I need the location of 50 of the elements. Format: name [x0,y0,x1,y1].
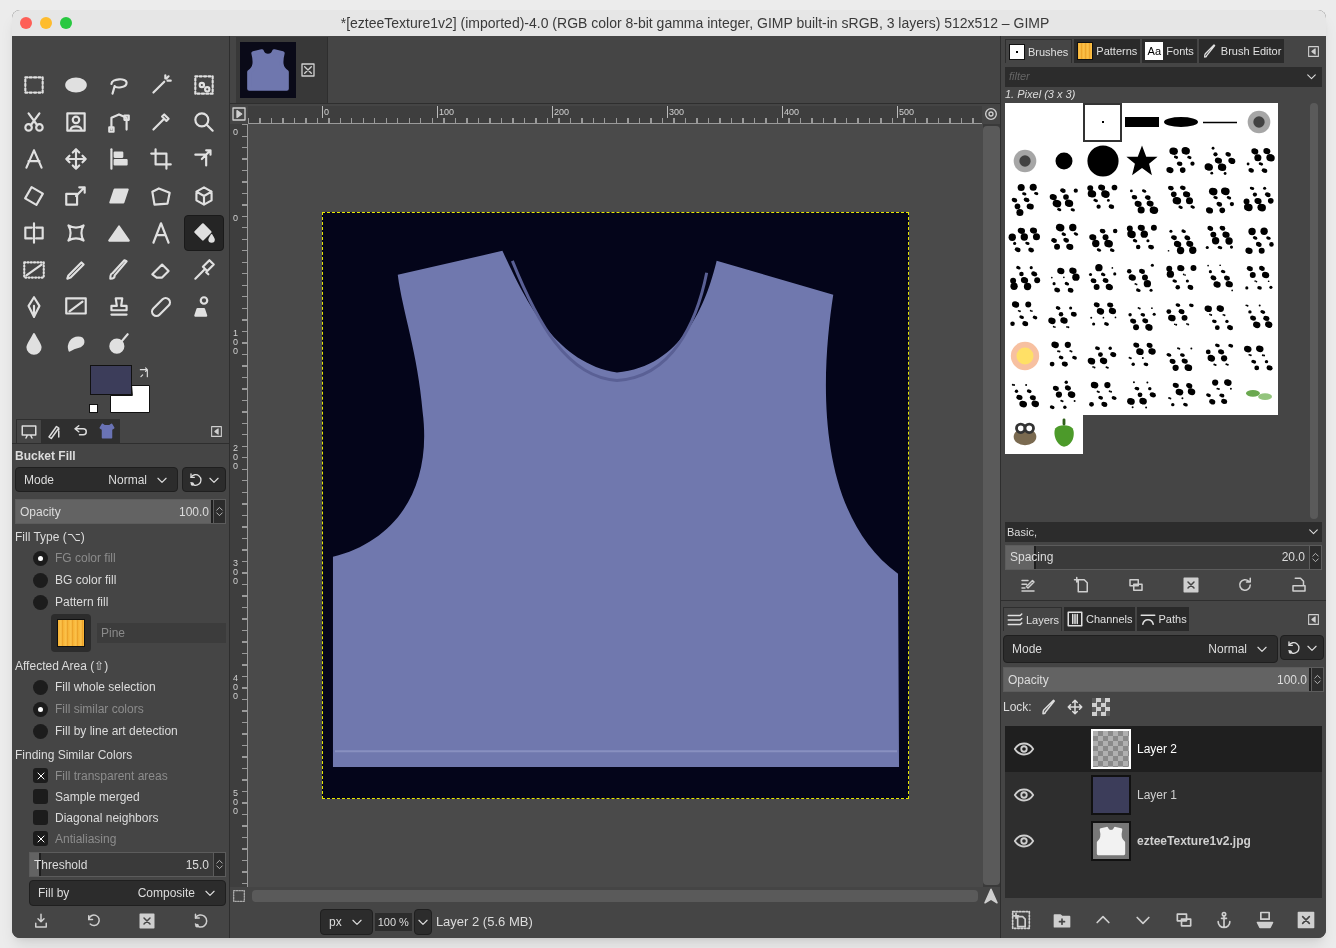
ruler-label: 400 [782,106,800,118]
ruler-label: 0 [233,128,239,137]
dock-tab[interactable]: Patterns [1074,39,1141,64]
opacity-slider[interactable]: Opacity 100.0 [15,499,214,524]
section-label: Finding Similar Colors [15,747,134,764]
window-title: *[ezteeTexture1v2] (imported)-4.0 (RGB color 8-bit gamma integer, GIMP built-in sRGB, 3 layers) 512x512 – GIMP [339,13,1051,33]
dock-tab[interactable]: Aa Fonts [1142,39,1197,64]
ruler-label: 400 [233,674,239,701]
radio-label[interactable]: Fill whole selection [55,678,156,696]
layer-row[interactable]: Layer 1 [1005,771,1322,818]
radio-label[interactable]: BG color fill [55,571,117,589]
layer-row[interactable]: ezteeTexture1v2.jpg [1005,817,1322,864]
radio-label[interactable]: Fill by line art detection [55,722,178,740]
lock-label: Lock: [1003,698,1032,716]
brush-name: 1. Pixel (3 x 3) [1005,86,1077,101]
ruler-label: 300 [233,559,239,586]
layer-name: Layer 1 [1137,786,1178,804]
mode-dropdown[interactable]: Mode Normal [15,467,178,492]
dock-tab[interactable]: Brushes [1005,39,1073,64]
ruler-label: 0 [322,106,329,118]
unit-dropdown[interactable]: px [320,908,373,935]
layer-name: ezteeTexture1v2.jpg [1137,832,1251,850]
ruler-label: 100 [233,329,239,356]
ruler-label: 200 [233,444,239,471]
section-label: Affected Area (⇧) [15,658,110,675]
ruler-label: 0 [233,214,239,223]
threshold-slider[interactable]: Threshold 15.0 [29,852,214,877]
ruler-label: 500 [233,789,239,816]
mode-dropdown[interactable]: Mode Normal [1003,635,1278,664]
opacity-slider[interactable]: Opacity 100.0 [1003,667,1312,693]
fill-by-dropdown[interactable]: Fill by Composite [29,880,226,906]
dock-tab[interactable]: Channels [1064,607,1135,632]
ruler-label: 200 [552,106,570,118]
ruler-label: 300 [667,106,685,118]
ruler-label: 100 [437,106,455,118]
dock-tab[interactable]: Paths [1136,607,1189,632]
checkbox-label[interactable]: Diagonal neighbors [55,808,159,827]
dock-tab[interactable]: Brush Editor [1198,39,1285,64]
checkbox-label[interactable]: Sample merged [55,787,140,806]
dock-tab[interactable]: Layers [1003,607,1063,632]
zoom-field[interactable]: 100 % [374,912,412,931]
section-label: Fill Type (⌥) [15,529,86,546]
ruler-label: 500 [897,106,915,118]
status-text: Layer 2 (5.6 MB) [435,912,533,931]
tag-field[interactable]: Basic, [1005,521,1322,542]
layer-row[interactable]: Layer 2 [1005,725,1322,772]
panel-title: Bucket Fill [15,448,77,465]
layer-name: Layer 2 [1137,740,1178,758]
radio-label[interactable]: Pattern fill [55,593,109,611]
font-preview-icon: Aa [1145,42,1164,61]
